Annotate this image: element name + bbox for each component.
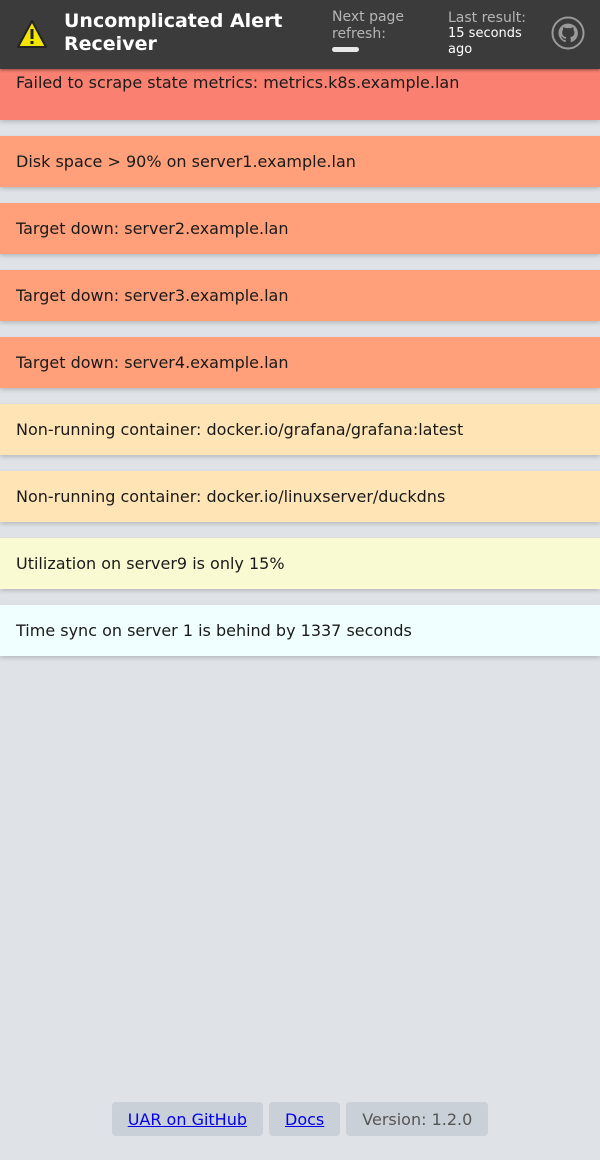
alert-item[interactable]: Target down: server2.example.lan [0, 203, 600, 254]
warning-icon [17, 20, 47, 48]
alert-text: Target down: server2.example.lan [16, 219, 289, 238]
app-title: Uncomplicated Alert Receiver [64, 10, 283, 55]
alert-item[interactable]: Non-running container: docker.io/linuxse… [0, 471, 600, 522]
alert-text: Time sync on server 1 is behind by 1337 … [16, 621, 412, 640]
alert-text: Non-running container: docker.io/grafana… [16, 420, 464, 439]
alert-text: Non-running container: docker.io/linuxse… [16, 487, 446, 506]
github-link[interactable] [551, 16, 585, 50]
alert-text: Utilization on server9 is only 15% [16, 554, 285, 573]
alert-list: Failed to scrape state metrics: metrics.… [0, 44, 600, 672]
alert-item[interactable]: Non-running container: docker.io/grafana… [0, 404, 600, 455]
alert-item[interactable]: Disk space > 90% on server1.example.lan [0, 136, 600, 187]
last-result: Last result: 15 seconds ago [448, 10, 543, 58]
alert-item[interactable]: Time sync on server 1 is behind by 1337 … [0, 605, 600, 656]
last-result-label: Last result: [448, 10, 526, 26]
footer: UAR on GitHub Docs Version: 1.2.0 [0, 1102, 600, 1136]
footer-docs-pill: Docs [269, 1102, 341, 1136]
alert-text: Failed to scrape state metrics: metrics.… [16, 73, 460, 92]
docs-link[interactable]: Docs [285, 1110, 324, 1129]
github-footer-link[interactable]: UAR on GitHub [128, 1110, 247, 1129]
version-badge: Version: 1.2.0 [346, 1102, 489, 1136]
refresh-progress-bar [332, 47, 359, 52]
app-header: Uncomplicated Alert Receiver Next page r… [0, 0, 600, 69]
alert-text: Target down: server4.example.lan [16, 353, 289, 372]
last-result-value: 15 seconds ago [448, 26, 522, 57]
alert-item[interactable]: Target down: server4.example.lan [0, 337, 600, 388]
refresh-indicator: Next page refresh: [332, 9, 432, 52]
refresh-label: Next page refresh: [332, 9, 405, 42]
alert-text: Target down: server3.example.lan [16, 286, 289, 305]
github-icon [551, 16, 585, 50]
alert-item[interactable]: Utilization on server9 is only 15% [0, 538, 600, 589]
footer-github-pill: UAR on GitHub [111, 1102, 264, 1136]
alert-text: Disk space > 90% on server1.example.lan [16, 152, 356, 171]
alert-item[interactable]: Target down: server3.example.lan [0, 270, 600, 321]
